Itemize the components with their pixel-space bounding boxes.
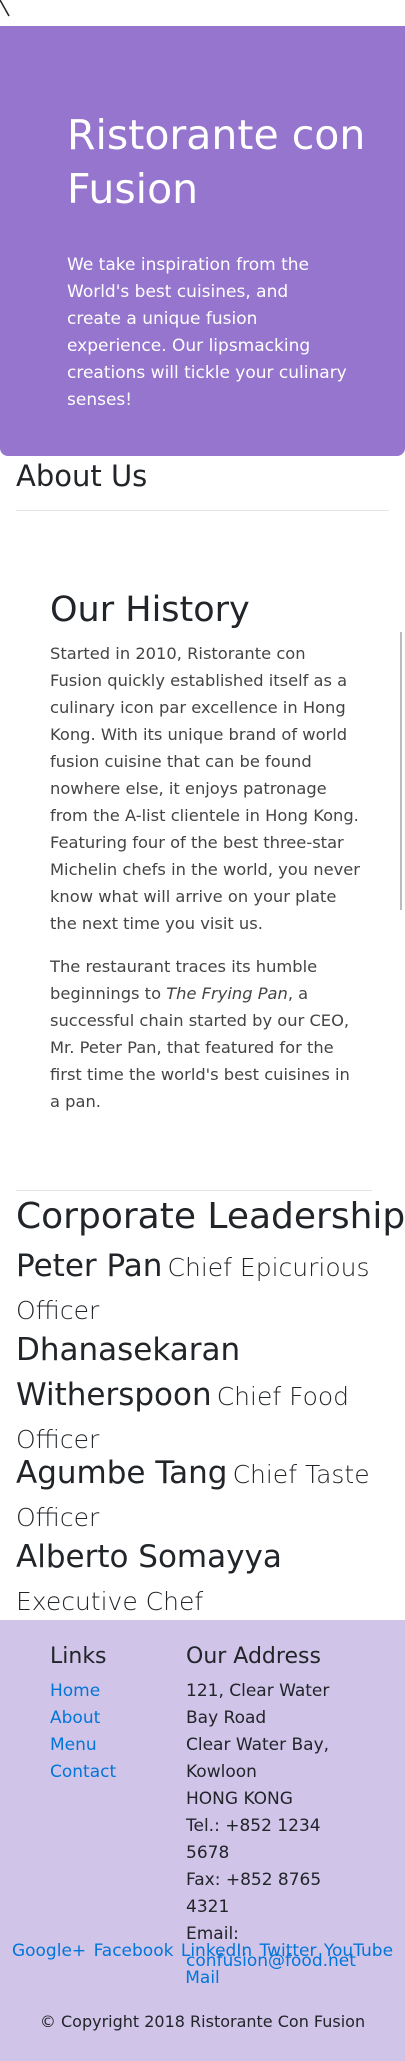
leader-name: Dhanasekaran Witherspoon <box>16 1332 241 1413</box>
fax-line: Fax: +852 8765 4321 <box>186 1870 322 1917</box>
divider <box>16 510 389 511</box>
footer-links: Home About Menu Contact <box>50 1678 116 1786</box>
leader-item: Alberto Somayya Executive Chef <box>16 1537 396 1625</box>
leadership-heading: Corporate Leadership <box>16 1196 405 1237</box>
link-about[interactable]: About <box>50 1708 100 1728</box>
link-contact[interactable]: Contact <box>50 1762 116 1782</box>
youtube-link[interactable]: YouTube <box>324 1941 393 1961</box>
copyright: © Copyright 2018 Ristorante Con Fusion <box>39 2012 366 2031</box>
leader-name: Alberto Somayya <box>16 1539 282 1575</box>
google-plus-link[interactable]: Google+ <box>12 1941 86 1961</box>
tel-line: Tel.: +852 1234 5678 <box>186 1816 321 1863</box>
leader-item: Dhanasekaran Witherspoon Chief Food Offi… <box>16 1330 396 1463</box>
jumbotron: Ristorante con Fusion We take inspiratio… <box>0 26 405 456</box>
address-block: 121, Clear Water Bay Road Clear Water Ba… <box>186 1678 366 1975</box>
address-line: 121, Clear Water Bay Road <box>186 1681 330 1728</box>
divider <box>16 1190 372 1191</box>
social-links: Google+ Facebook LinkedIn Twitter YouTub… <box>0 1938 405 1992</box>
link-home[interactable]: Home <box>50 1681 100 1701</box>
history-paragraph: Started in 2010, Ristorante con Fusion q… <box>50 644 360 933</box>
leader-item: Peter Pan Chief Epicurious Officer <box>16 1246 396 1334</box>
link-menu[interactable]: Menu <box>50 1735 97 1755</box>
leader-title: Executive Chef <box>16 1587 204 1616</box>
linkedin-link[interactable]: LinkedIn <box>181 1941 252 1961</box>
page-title: About Us <box>16 459 148 493</box>
address-line: Clear Water Bay, Kowloon <box>186 1735 330 1782</box>
twitter-link[interactable]: Twitter <box>260 1941 317 1961</box>
footer: Links Home About Menu Contact Our Addres… <box>0 1620 405 2061</box>
facebook-link[interactable]: Facebook <box>94 1941 174 1961</box>
address-line: HONG KONG <box>186 1789 293 1809</box>
leader-name: Peter Pan <box>16 1248 163 1284</box>
history-heading: Our History <box>50 590 250 630</box>
links-heading: Links <box>50 1644 107 1669</box>
mail-link[interactable]: Mail <box>185 1968 220 1988</box>
leader-item: Agumbe Tang Chief Taste Officer <box>16 1453 396 1541</box>
scrollbar[interactable] <box>400 632 402 910</box>
frying-pan-name: The Frying Pan <box>166 984 288 1003</box>
restaurant-title: Ristorante con Fusion <box>67 111 366 213</box>
navbar-toggler-icon[interactable] <box>0 0 14 22</box>
history-paragraph: The restaurant traces its humble beginni… <box>50 957 350 1111</box>
address-heading: Our Address <box>186 1644 321 1669</box>
leader-name: Agumbe Tang <box>16 1455 228 1491</box>
jumbotron-tagline: We take inspiration from the World's bes… <box>67 255 347 410</box>
